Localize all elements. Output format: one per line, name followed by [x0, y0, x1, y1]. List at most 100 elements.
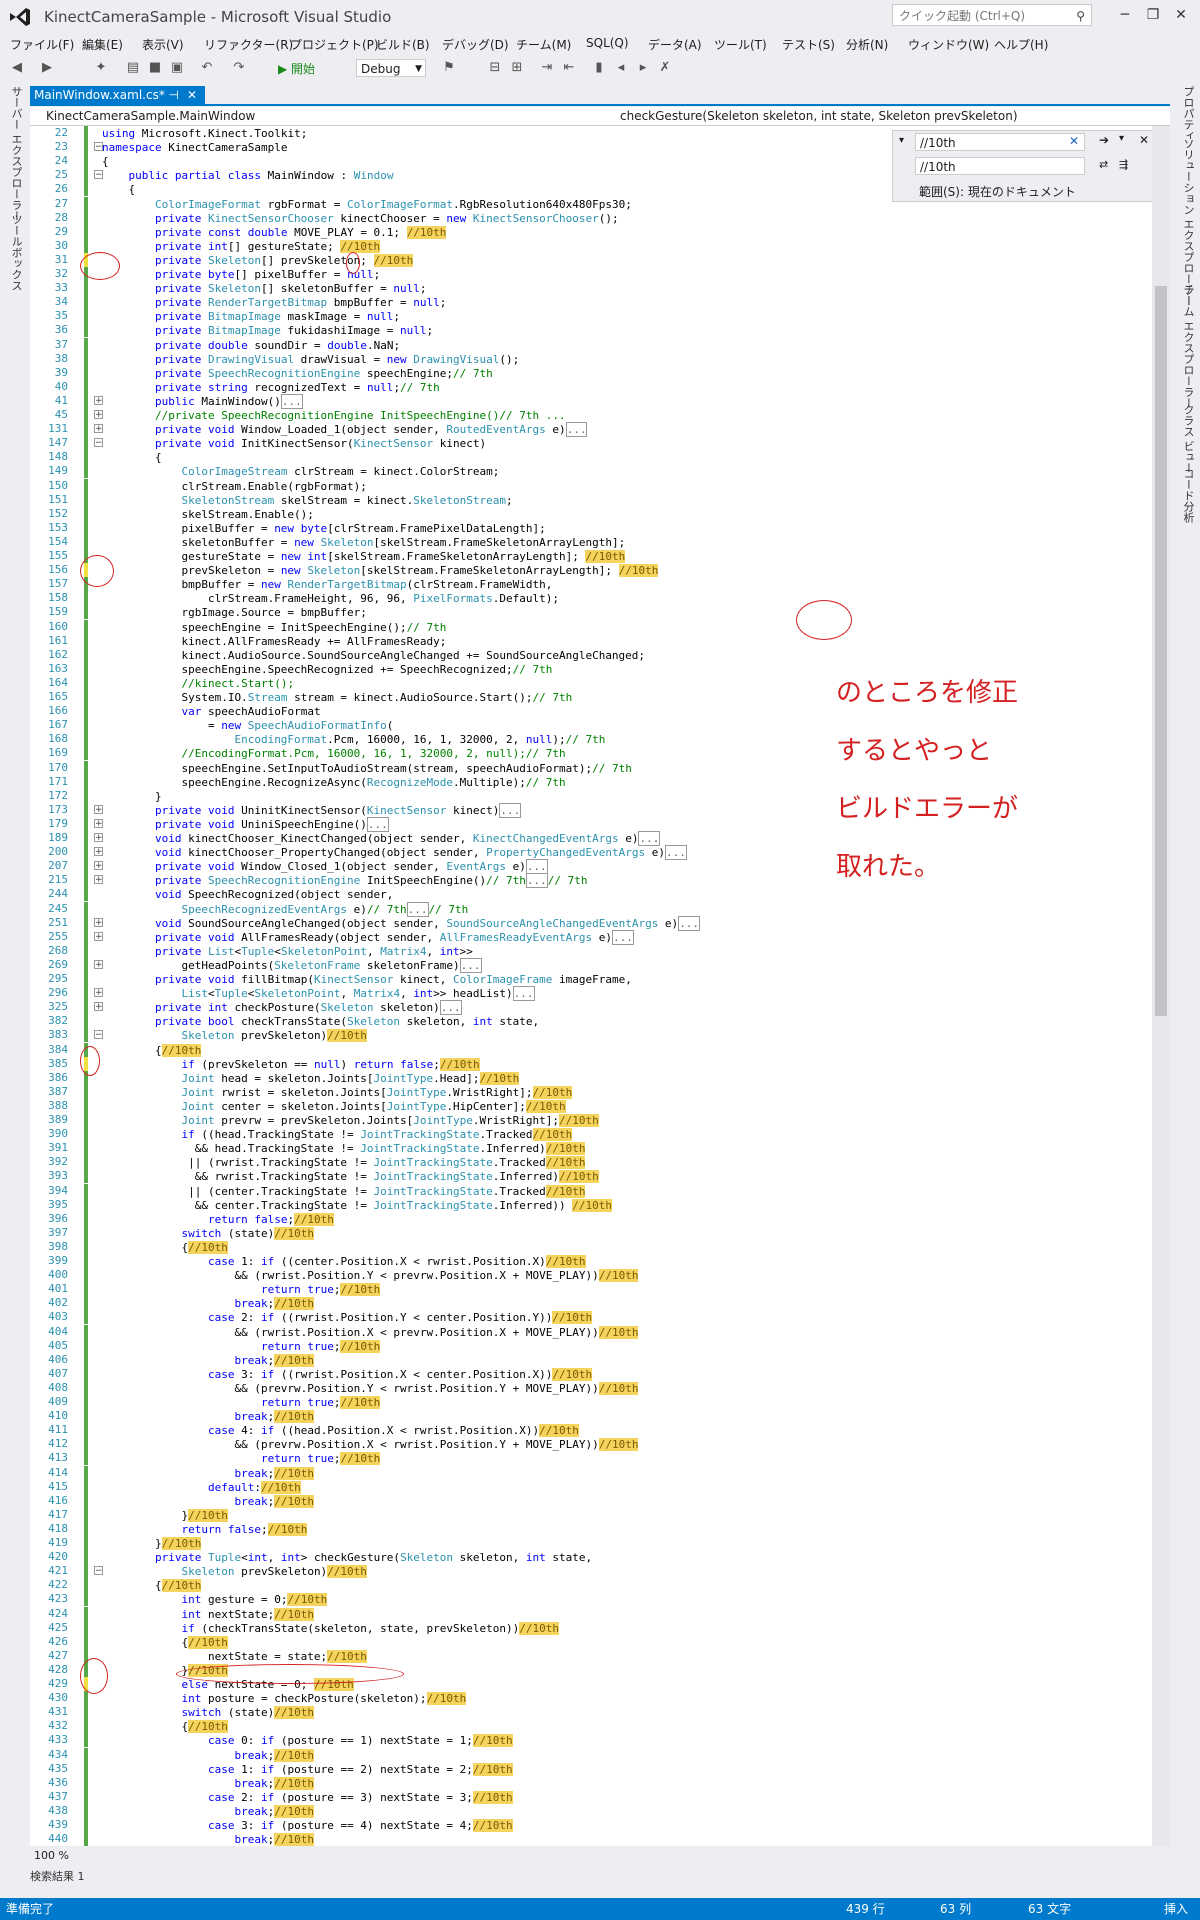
code-line[interactable]: rgbImage.Source = bmpBuffer; [102, 606, 1152, 620]
team-explorer-tab[interactable]: チーム エクスプローラー [1180, 284, 1196, 409]
code-line[interactable]: EncodingFormat.Pcm, 16000, 16, 1, 32000,… [102, 733, 1152, 747]
code-line[interactable]: {//10th [102, 1720, 1152, 1734]
code-line[interactable]: Joint rwrist = skeleton.Joints[JointType… [102, 1085, 1152, 1100]
code-line[interactable]: private SpeechRecognitionEngine InitSpee… [102, 873, 1152, 889]
tab-mainwindow-cs[interactable]: MainWindow.xaml.cs* ⊣ ✕ [30, 86, 205, 104]
code-line[interactable]: Joint center = skeleton.Joints[JointType… [102, 1099, 1152, 1114]
menu-view[interactable]: 表示(V) [142, 36, 184, 53]
code-line[interactable]: private double soundDir = double.NaN; [102, 339, 1152, 353]
menu-edit[interactable]: 編集(E) [82, 36, 123, 53]
menu-help[interactable]: ヘルプ(H) [994, 36, 1048, 53]
code-line[interactable]: prevSkeleton = new Skeleton[skelStream.F… [102, 564, 1152, 578]
bookmark-icon[interactable]: ▮ [590, 59, 608, 77]
code-line[interactable]: && center.TrackingState != JointTracking… [102, 1198, 1152, 1213]
code-line[interactable]: case 2: if ((rwrist.Position.Y < center.… [102, 1311, 1152, 1325]
code-line[interactable]: int posture = checkPosture(skeleton);//1… [102, 1692, 1152, 1706]
code-line[interactable]: nextState = state;//10th [102, 1649, 1152, 1664]
quick-launch-input[interactable]: クイック起動 (Ctrl+Q) ⚲ [892, 4, 1092, 26]
code-line[interactable]: kinect.AudioSource.SoundSourceAngleChang… [102, 649, 1152, 663]
code-line[interactable]: break;//10th [102, 1833, 1152, 1846]
code-line[interactable]: private void Window_Closed_1(object send… [102, 859, 1152, 875]
code-line[interactable]: private DrawingVisual drawVisual = new D… [102, 353, 1152, 367]
code-line[interactable]: }//10th [102, 1537, 1152, 1551]
code-line[interactable]: SpeechRecognizedEventArgs e)// 7th...// … [102, 901, 1152, 917]
new-project-icon[interactable]: ✦ [92, 59, 110, 77]
back-icon[interactable]: ◀ [8, 59, 26, 77]
code-line[interactable]: && (rwrist.Position.X < prevrw.Position.… [102, 1325, 1152, 1340]
code-line[interactable]: return true;//10th [102, 1283, 1152, 1297]
code-line[interactable]: return false;//10th [102, 1522, 1152, 1537]
save-all-icon[interactable]: ▣ [168, 59, 186, 77]
code-line[interactable]: private RenderTargetBitmap bmpBuffer = n… [102, 296, 1152, 310]
code-line[interactable]: private bool checkTransState(Skeleton sk… [102, 1015, 1152, 1029]
code-line[interactable]: getHeadPoints(SkeletonFrame skeletonFram… [102, 957, 1152, 973]
code-line[interactable]: return true;//10th [102, 1396, 1152, 1410]
close-tab-icon[interactable]: ✕ [187, 86, 197, 104]
expand-replace-icon[interactable]: ▾ [899, 135, 904, 146]
prev-bookmark-icon[interactable]: ◂ [612, 59, 630, 77]
code-line[interactable]: break;//10th [102, 1353, 1152, 1368]
code-line[interactable]: void kinectChooser_KinectChanged(object … [102, 831, 1152, 846]
scrollbar-thumb[interactable] [1155, 286, 1167, 1016]
indent-icon[interactable]: ⇥ [538, 59, 556, 77]
code-line[interactable]: if ((head.TrackingState != JointTracking… [102, 1128, 1152, 1142]
code-line[interactable]: kinect.AllFramesReady += AllFramesReady; [102, 635, 1152, 649]
properties-tab[interactable]: プロパティ [1180, 86, 1196, 141]
code-line[interactable]: && (prevrw.Position.X < rwrist.Position.… [102, 1438, 1152, 1452]
code-line[interactable]: private Skeleton[] prevSkeleton; //10th [102, 253, 1152, 268]
code-line[interactable]: clrStream.Enable(rgbFormat); [102, 480, 1152, 494]
menu-test[interactable]: テスト(S) [782, 36, 835, 53]
code-line[interactable]: if (checkTransState(skeleton, state, pre… [102, 1621, 1152, 1636]
code-line[interactable]: {//10th [102, 1635, 1152, 1650]
menu-team[interactable]: チーム(M) [516, 36, 571, 53]
code-line[interactable]: if (prevSkeleton == null) return false;/… [102, 1057, 1152, 1072]
code-line[interactable]: private void InitKinectSensor(KinectSens… [102, 437, 1152, 451]
code-line[interactable]: private SpeechRecognitionEngine speechEn… [102, 367, 1152, 381]
type-dropdown[interactable]: KinectCameraSample.MainWindow [46, 109, 606, 123]
code-line[interactable]: clrStream.FrameHeight, 96, 96, PixelForm… [102, 592, 1152, 606]
code-line[interactable]: case 1: if (posture == 2) nextState = 2;… [102, 1762, 1152, 1777]
code-line[interactable]: speechEngine = InitSpeechEngine();// 7th [102, 621, 1152, 635]
code-line[interactable]: { [102, 451, 1152, 465]
replace-next-icon[interactable]: ⇄ [1099, 158, 1108, 171]
code-line[interactable]: private int[] gestureState; //10th [102, 239, 1152, 254]
code-line[interactable]: skeletonBuffer = new Skeleton[skelStream… [102, 536, 1152, 550]
code-line[interactable]: && (rwrist.Position.Y < prevrw.Position.… [102, 1269, 1152, 1283]
code-line[interactable]: void SoundSourceAngleChanged(object send… [102, 915, 1152, 931]
code-line[interactable]: private void AllFramesReady(object sende… [102, 929, 1152, 945]
code-line[interactable]: int nextState;//10th [102, 1607, 1152, 1622]
code-line[interactable]: case 3: if (posture == 4) nextState = 4;… [102, 1819, 1152, 1833]
code-line[interactable]: speechEngine.SetInputToAudioStream(strea… [102, 762, 1152, 776]
code-line[interactable]: break;//10th [102, 1494, 1152, 1509]
class-view-tab[interactable]: クラス ビュー [1180, 404, 1196, 474]
start-debug-button[interactable]: ▶ 開始 [278, 60, 315, 77]
open-file-icon[interactable]: ▤ [124, 59, 142, 77]
code-line[interactable]: break;//10th [102, 1776, 1152, 1791]
code-line[interactable]: case 2: if (posture == 3) nextState = 3;… [102, 1790, 1152, 1805]
redo-icon[interactable]: ↷ [230, 59, 248, 77]
member-dropdown[interactable]: checkGesture(Skeleton skeleton, int stat… [620, 109, 1160, 123]
menu-data[interactable]: データ(A) [648, 36, 702, 53]
code-line[interactable]: private void fillBitmap(KinectSensor kin… [102, 973, 1152, 987]
code-line[interactable]: return true;//10th [102, 1452, 1152, 1466]
close-find-icon[interactable]: ✕ [1139, 133, 1149, 147]
code-line[interactable]: ColorImageStream clrStream = kinect.Colo… [102, 465, 1152, 479]
code-line[interactable]: //private SpeechRecognitionEngine InitSp… [102, 409, 1152, 423]
code-line[interactable]: return true;//10th [102, 1339, 1152, 1354]
find-in-files-icon[interactable]: ⚑ [440, 59, 458, 77]
code-line[interactable]: break;//10th [102, 1410, 1152, 1424]
code-line[interactable]: {//10th [102, 1240, 1152, 1255]
code-line[interactable]: private const double MOVE_PLAY = 0.1; //… [102, 225, 1152, 240]
code-line[interactable]: break;//10th [102, 1748, 1152, 1763]
menu-debug[interactable]: デバッグ(D) [442, 36, 509, 53]
code-line[interactable]: && head.TrackingState != JointTrackingSt… [102, 1142, 1152, 1156]
code-line[interactable]: SkeletonStream skelStream = kinect.Skele… [102, 494, 1152, 508]
menu-analyze[interactable]: 分析(N) [846, 36, 888, 53]
code-editor[interactable]: 22 23−24 25−26 27 28 29 30 31 32 33 34 35 36 37 38 39 40… [30, 126, 1152, 1846]
code-line[interactable]: }//10th [102, 1508, 1152, 1523]
code-line[interactable]: bmpBuffer = new RenderTargetBitmap(clrSt… [102, 578, 1152, 592]
menu-refactor[interactable]: リファクター(R) [204, 36, 293, 53]
vertical-scrollbar[interactable] [1152, 126, 1170, 1846]
code-line[interactable]: skelStream.Enable(); [102, 508, 1152, 522]
uncomment-icon[interactable]: ⊞ [508, 59, 526, 77]
